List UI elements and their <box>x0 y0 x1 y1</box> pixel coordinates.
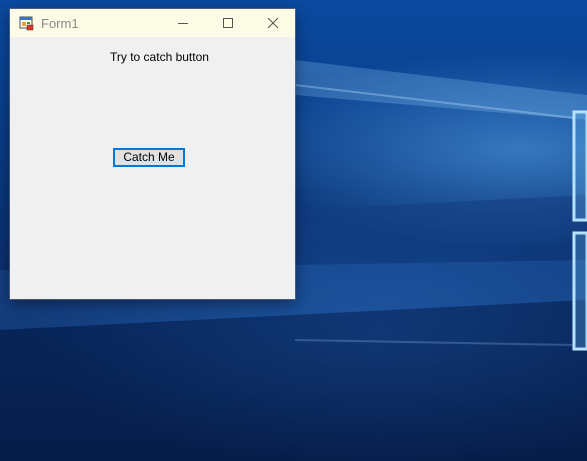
maximize-button[interactable] <box>205 9 250 37</box>
form-client-area: Try to catch button Catch Me <box>10 37 295 299</box>
form1-window: Form1 Try to catch button Catch Me <box>10 9 295 299</box>
catch-me-button[interactable]: Catch Me <box>113 148 185 167</box>
close-button[interactable] <box>250 9 295 37</box>
minimize-icon <box>177 23 188 24</box>
window-title: Form1 <box>41 16 79 31</box>
title-bar[interactable]: Form1 <box>10 9 295 37</box>
close-icon <box>267 17 278 29</box>
instruction-label: Try to catch button <box>110 50 209 64</box>
maximize-icon <box>222 18 233 28</box>
minimize-button[interactable] <box>160 9 205 37</box>
app-icon[interactable] <box>19 15 35 31</box>
